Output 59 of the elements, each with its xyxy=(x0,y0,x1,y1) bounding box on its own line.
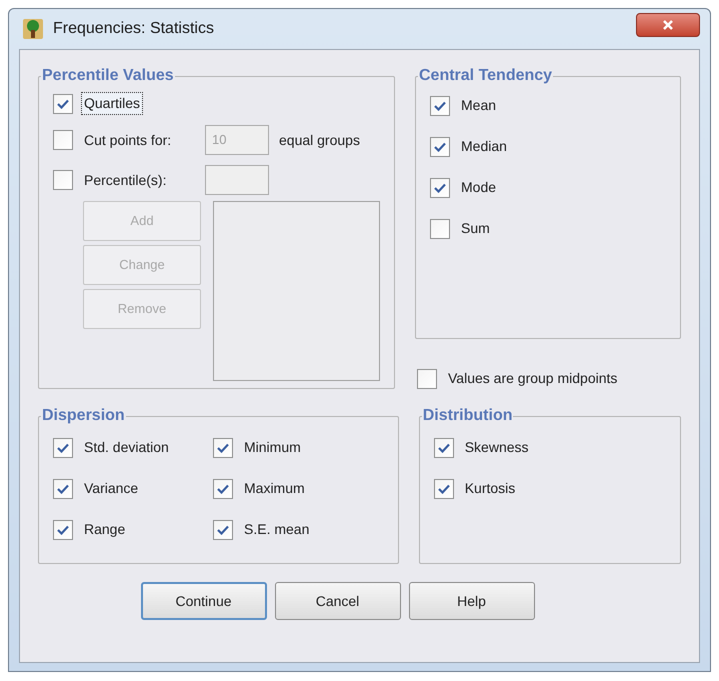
checkbox[interactable] xyxy=(430,96,450,116)
group-title: Distribution xyxy=(422,406,514,426)
checkbox[interactable] xyxy=(53,130,73,150)
check-icon xyxy=(217,442,229,452)
tree-app-icon xyxy=(21,17,45,41)
checkbox-label: Minimum xyxy=(243,438,302,457)
checkbox-label: Maximum xyxy=(243,479,306,498)
group-title: Percentile Values xyxy=(41,66,175,86)
check-icon xyxy=(57,442,69,452)
checkbox[interactable] xyxy=(213,520,233,540)
window-title: Frequencies: Statistics xyxy=(53,19,214,39)
checkbox-label: Values are group midpoints xyxy=(447,369,618,388)
checkbox[interactable] xyxy=(53,94,73,114)
checkbox[interactable] xyxy=(53,170,73,190)
checkbox-label: Std. deviation xyxy=(83,438,170,457)
check-icon xyxy=(434,142,446,152)
number-field[interactable]: 10 xyxy=(205,125,269,155)
checkbox-label: Quartiles xyxy=(81,92,144,115)
checkbox-label: Variance xyxy=(83,479,140,498)
checkbox[interactable] xyxy=(417,368,437,388)
checkbox-label: Mode xyxy=(460,178,498,197)
checkbox[interactable] xyxy=(434,478,454,498)
check-icon xyxy=(57,98,69,108)
checkbox[interactable] xyxy=(434,438,454,458)
checkbox-label: Range xyxy=(83,520,126,539)
checkbox-label: Mean xyxy=(460,96,498,115)
check-icon xyxy=(434,182,446,192)
group-title: Central Tendency xyxy=(418,66,554,86)
checkbox[interactable] xyxy=(53,478,73,498)
percentile-list[interactable] xyxy=(213,201,380,381)
check-icon xyxy=(217,524,229,534)
number-field[interactable] xyxy=(205,165,269,195)
checkbox[interactable] xyxy=(53,438,73,458)
checkbox-label: Sum xyxy=(460,219,491,238)
check-icon xyxy=(438,484,450,494)
check-icon xyxy=(434,100,446,110)
group-title: Dispersion xyxy=(41,406,126,426)
checkbox[interactable] xyxy=(430,218,450,238)
dialog-button[interactable]: Continue xyxy=(140,582,266,620)
close-button[interactable] xyxy=(636,13,700,37)
check-icon xyxy=(57,524,69,534)
checkbox[interactable] xyxy=(213,478,233,498)
close-icon xyxy=(662,19,674,31)
check-icon xyxy=(57,484,69,494)
checkbox-label: Percentile(s): xyxy=(83,170,168,190)
checkbox-label: Median xyxy=(460,137,508,156)
checkbox-label: S.E. mean xyxy=(243,520,310,539)
checkbox-label: Kurtosis xyxy=(464,479,516,498)
checkbox[interactable] xyxy=(53,520,73,540)
check-icon xyxy=(438,442,450,452)
check-icon xyxy=(217,484,229,494)
checkbox-label: Skewness xyxy=(464,438,530,457)
field-suffix: equal groups xyxy=(279,130,360,150)
checkbox-label: Cut points for: xyxy=(83,130,172,150)
dialog-button[interactable]: Help xyxy=(408,582,534,620)
dialog-button[interactable]: Cancel xyxy=(274,582,400,620)
checkbox[interactable] xyxy=(430,136,450,156)
checkbox[interactable] xyxy=(430,178,450,198)
checkbox[interactable] xyxy=(213,438,233,458)
